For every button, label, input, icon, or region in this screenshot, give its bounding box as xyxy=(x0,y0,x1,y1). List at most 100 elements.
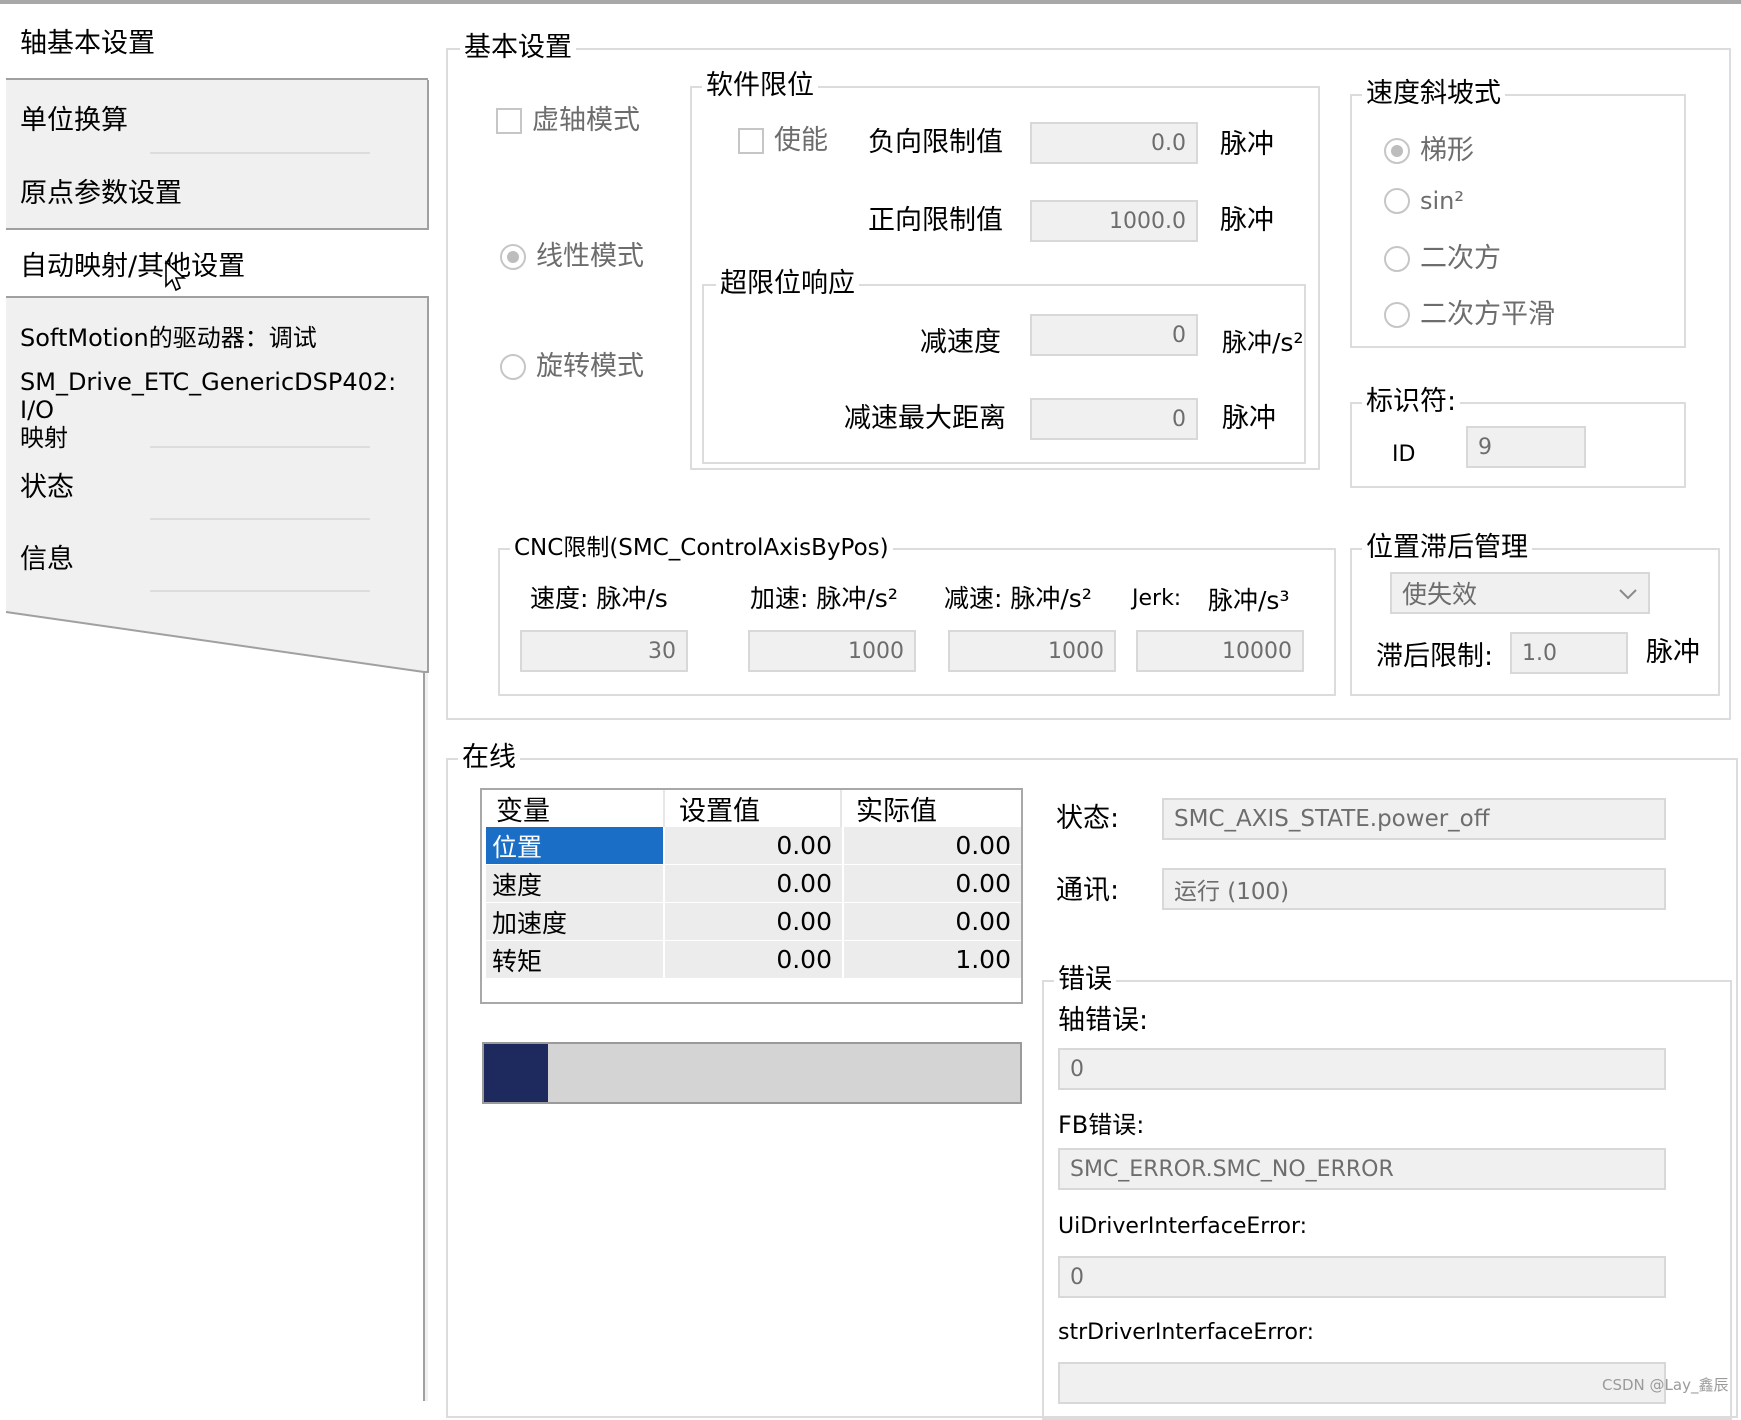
state-label: 状态: xyxy=(1056,803,1120,834)
ramp-quadratic-radio[interactable] xyxy=(1384,246,1410,272)
speed-ramp-title: 速度斜坡式 xyxy=(1362,78,1505,110)
sidebar-item-label: 轴基本设置 xyxy=(20,27,155,59)
lag-limit-unit: 脉冲 xyxy=(1646,637,1700,668)
errors-group xyxy=(1042,980,1732,1420)
ramp-option-label: 二次方平滑 xyxy=(1420,299,1555,330)
row-setpoint: 0.00 xyxy=(665,903,842,940)
comm-field[interactable]: 运行 (100) xyxy=(1162,868,1666,910)
row-name: 加速度 xyxy=(486,903,663,940)
chevron-down-icon xyxy=(1619,589,1637,600)
fb-error-label: FB错误: xyxy=(1058,1111,1145,1139)
table-row[interactable]: 位置 0.00 0.00 xyxy=(482,827,1021,864)
row-actual: 1.00 xyxy=(844,941,1021,978)
sidebar-item-label: SM_Drive_ETC_GenericDSP402: I/O 映射 xyxy=(20,368,397,452)
lag-limit-label: 滞后限制: xyxy=(1376,641,1494,672)
row-actual: 0.00 xyxy=(844,827,1021,864)
ramp-option-label: sin² xyxy=(1420,187,1465,215)
table-row[interactable]: 转矩 0.00 1.00 xyxy=(482,941,1021,978)
errors-title: 错误 xyxy=(1054,964,1116,996)
cnc-acceleration-label: 加速: 脉冲/s² xyxy=(750,584,898,613)
position-lag-title: 位置滞后管理 xyxy=(1362,532,1532,564)
online-title: 在线 xyxy=(458,742,520,774)
sidebar-item-info[interactable]: 信息 xyxy=(6,520,429,592)
cnc-deceleration-label: 减速: 脉冲/s² xyxy=(944,584,1092,613)
max-distance-unit: 脉冲 xyxy=(1222,403,1276,434)
table-row[interactable]: 加速度 0.00 0.00 xyxy=(482,903,1021,940)
overlimit-response-title: 超限位响应 xyxy=(716,268,859,300)
linear-mode-label: 线性模式 xyxy=(536,241,644,272)
column-header-variable[interactable]: 变量 xyxy=(482,790,659,827)
decel-field[interactable]: 0 xyxy=(1030,314,1198,356)
sidebar-item-unit-conversion[interactable]: 单位换算 xyxy=(6,82,429,152)
ui-driver-error-label: UiDriverInterfaceError: xyxy=(1058,1214,1308,1239)
ramp-quadratic-smooth-radio[interactable] xyxy=(1384,302,1410,328)
sidebar-item-axis-basic[interactable]: 轴基本设置 xyxy=(6,4,429,76)
ramp-sin2-radio[interactable] xyxy=(1384,188,1410,214)
cnc-deceleration-field[interactable]: 1000 xyxy=(948,630,1116,672)
neg-limit-field[interactable]: 0.0 xyxy=(1030,122,1198,164)
virtual-mode-checkbox[interactable] xyxy=(496,108,522,134)
row-name: 位置 xyxy=(486,827,663,864)
row-setpoint: 0.00 xyxy=(665,941,842,978)
cnc-jerk-field[interactable]: 10000 xyxy=(1136,630,1304,672)
sidebar-item-label: 原点参数设置 xyxy=(20,177,182,209)
lag-limit-field[interactable]: 1.0 xyxy=(1510,632,1628,674)
sidebar-item-softmotion-debug[interactable]: SoftMotion的驱动器：调试 xyxy=(6,300,429,370)
row-name: 转矩 xyxy=(486,941,663,978)
sidebar-item-label: 信息 xyxy=(20,543,74,575)
str-driver-error-field[interactable] xyxy=(1058,1362,1666,1404)
ramp-trapezoid-radio[interactable] xyxy=(1384,138,1410,164)
id-field[interactable]: 9 xyxy=(1466,426,1586,468)
decel-label: 减速度 xyxy=(920,327,1001,358)
max-distance-label: 减速最大距离 xyxy=(844,403,1006,434)
progress-fill xyxy=(484,1044,549,1102)
sidebar-item-label: 状态 xyxy=(20,471,74,503)
row-actual: 0.00 xyxy=(844,865,1021,902)
max-distance-field[interactable]: 0 xyxy=(1030,398,1198,440)
cnc-jerk-unit: 脉冲/s³ xyxy=(1208,586,1290,615)
neg-limit-unit: 脉冲 xyxy=(1220,129,1274,160)
soft-limit-enable-label: 使能 xyxy=(774,125,828,156)
cnc-velocity-label: 速度: 脉冲/s xyxy=(530,584,668,613)
watermark: CSDN @Lay_鑫辰 xyxy=(1602,1376,1729,1394)
identifier-title: 标识符: xyxy=(1362,386,1461,418)
column-header-setpoint[interactable]: 设置值 xyxy=(663,790,840,827)
comm-label: 通讯: xyxy=(1056,875,1120,906)
ui-driver-error-field[interactable]: 0 xyxy=(1058,1256,1666,1298)
pos-limit-field[interactable]: 1000.0 xyxy=(1030,200,1198,242)
cnc-limit-group xyxy=(498,548,1336,696)
soft-limit-title: 软件限位 xyxy=(702,70,818,102)
neg-limit-label: 负向限制值 xyxy=(868,127,1003,158)
row-setpoint: 0.00 xyxy=(665,827,842,864)
soft-limit-enable-checkbox[interactable] xyxy=(738,128,764,154)
sidebar-item-label: 自动映射/其他设置 xyxy=(20,250,246,282)
fb-error-field[interactable]: SMC_ERROR.SMC_NO_ERROR xyxy=(1058,1148,1666,1190)
ramp-option-label: 梯形 xyxy=(1420,135,1474,166)
linear-mode-radio[interactable] xyxy=(500,244,526,270)
table-row[interactable]: 速度 0.00 0.00 xyxy=(482,865,1021,902)
sidebar-item-auto-mapping[interactable]: 自动映射/其他设置 xyxy=(6,228,429,298)
axis-error-label: 轴错误: xyxy=(1058,1005,1149,1036)
axis-error-field[interactable]: 0 xyxy=(1058,1048,1666,1090)
overlimit-response-group xyxy=(702,284,1306,464)
divider xyxy=(150,590,370,592)
sidebar-item-home-params[interactable]: 原点参数设置 xyxy=(6,154,429,226)
cnc-acceleration-field[interactable]: 1000 xyxy=(748,630,916,672)
pos-limit-unit: 脉冲 xyxy=(1220,205,1274,236)
table-header-row: 变量 设置值 实际值 xyxy=(482,790,1021,827)
online-values-table: 变量 设置值 实际值 位置 0.00 0.00 速度 0.00 0.00 加速度… xyxy=(480,788,1023,1004)
cnc-velocity-field[interactable]: 30 xyxy=(520,630,688,672)
lag-mode-value: 使失效 xyxy=(1402,580,1478,609)
virtual-mode-label: 虚轴模式 xyxy=(532,105,640,136)
state-field[interactable]: SMC_AXIS_STATE.power_off xyxy=(1162,798,1666,840)
ramp-option-label: 二次方 xyxy=(1420,243,1501,274)
sidebar-item-io-mapping[interactable]: SM_Drive_ETC_GenericDSP402: I/O 映射 xyxy=(6,368,429,452)
sidebar-item-label: 单位换算 xyxy=(20,104,128,136)
column-header-actual[interactable]: 实际值 xyxy=(840,790,1021,827)
cnc-limit-title: CNC限制(SMC_ControlAxisByPos) xyxy=(510,532,893,564)
lag-mode-dropdown[interactable]: 使失效 xyxy=(1390,572,1650,614)
divider xyxy=(6,78,428,80)
rotary-mode-radio[interactable] xyxy=(500,354,526,380)
sidebar-item-status[interactable]: 状态 xyxy=(6,448,429,520)
pos-limit-label: 正向限制值 xyxy=(868,205,1003,236)
